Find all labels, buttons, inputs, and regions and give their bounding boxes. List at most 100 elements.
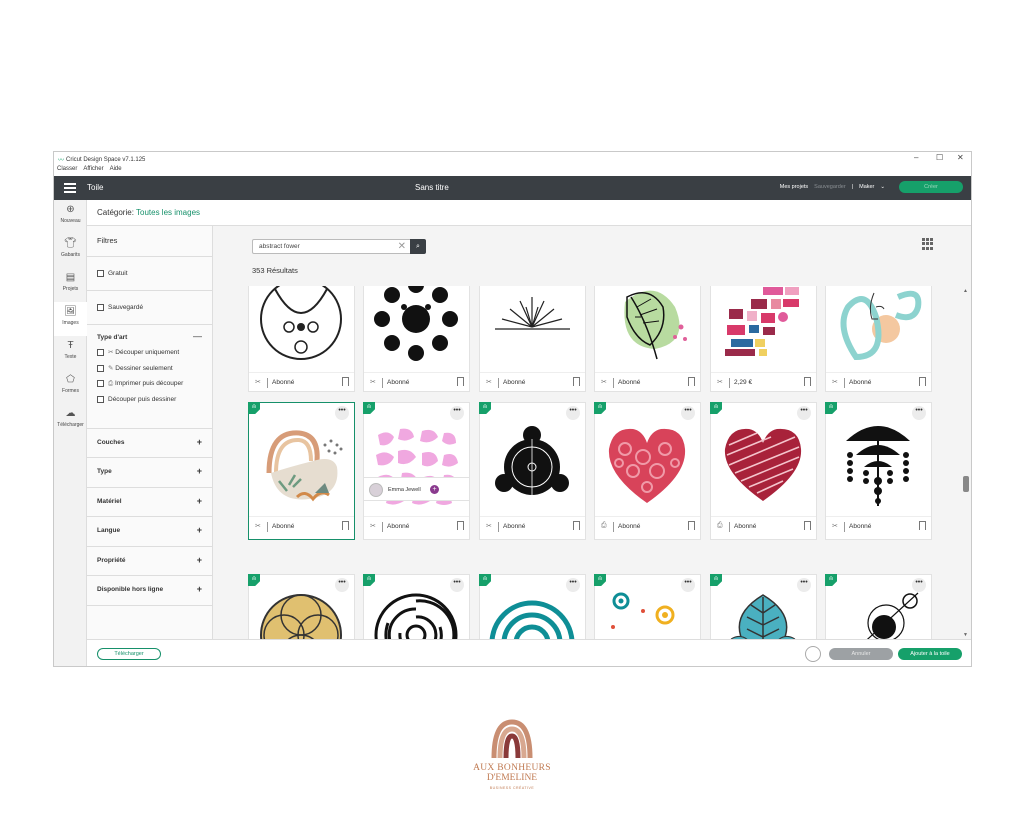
rail-item-templates[interactable]: 👕︎ Gabarits: [54, 234, 87, 268]
image-card-selected[interactable]: ⍝ ••• ✂ Abonné: [248, 402, 355, 540]
art-option-print[interactable]: ⎙ Imprimer puis découper: [97, 380, 202, 388]
collapse-icon[interactable]: —: [193, 331, 202, 341]
image-thumbnail: [595, 583, 700, 639]
rail-item-images[interactable]: 🖼︎ Images: [54, 302, 87, 336]
bottom-bar: Télécharger Annuler Ajouter à la toile: [87, 639, 971, 666]
image-card[interactable]: ⍝ •••: [479, 574, 586, 639]
filter-offline[interactable]: Disponible hors ligne +: [87, 576, 212, 606]
category-bar: Catégorie: Toutes les images: [87, 200, 971, 226]
follow-plus-icon[interactable]: +: [430, 485, 439, 494]
image-thumbnail: [711, 286, 816, 372]
filter-property[interactable]: Propriété +: [87, 547, 212, 576]
image-card[interactable]: ⍝ •••: [594, 574, 701, 639]
bookmark-icon[interactable]: [457, 521, 464, 530]
image-card[interactable]: ✂ Abonné: [248, 286, 355, 392]
shapes-icon: ⬠: [66, 374, 75, 385]
cut-icon: ✂: [370, 523, 376, 530]
art-option-draw[interactable]: ✎ Dessiner seulement: [97, 364, 202, 372]
bookmark-icon[interactable]: [804, 521, 811, 530]
clear-search-icon[interactable]: ✕: [398, 241, 406, 252]
grid-view-icon[interactable]: [922, 238, 934, 250]
image-card[interactable]: ✂ Abonné: [594, 286, 701, 392]
image-thumbnail: [826, 411, 931, 516]
bookmark-icon[interactable]: [919, 377, 926, 386]
plus-icon: +: [196, 496, 202, 506]
bookmark-icon[interactable]: [457, 377, 464, 386]
results-scrollbar[interactable]: ▲ ▼: [963, 288, 969, 638]
cancel-button[interactable]: Annuler: [829, 648, 893, 660]
maximize-button[interactable]: ☐: [936, 153, 943, 162]
cut-icon: ✂: [832, 523, 838, 530]
plus-icon: +: [196, 555, 202, 565]
menu-aide[interactable]: Aide: [110, 166, 122, 176]
search-input[interactable]: abstract fower ✕: [252, 239, 412, 254]
image-thumbnail: [595, 286, 700, 372]
filter-material[interactable]: Matériel +: [87, 488, 212, 517]
scroll-up-icon[interactable]: ▲: [963, 288, 968, 294]
image-card[interactable]: ✂ Abonné: [363, 286, 470, 392]
selection-count-circle: [805, 646, 821, 662]
image-thumbnail: [480, 286, 585, 372]
image-card[interactable]: ⍝ •••: [363, 574, 470, 639]
bookmark-icon[interactable]: [573, 521, 580, 530]
image-card[interactable]: ⍝ ••• ⎙ Abonné: [594, 402, 701, 540]
image-card[interactable]: ⍝ ••• ✂ Abonné: [363, 402, 470, 540]
add-to-canvas-button[interactable]: Ajouter à la toile: [898, 648, 962, 660]
image-card[interactable]: ✂ Abonné: [479, 286, 586, 392]
image-card[interactable]: ⍝ ••• ✂ Abonné: [479, 402, 586, 540]
filter-layers[interactable]: Couches +: [87, 429, 212, 458]
filter-language[interactable]: Langue +: [87, 517, 212, 547]
bookmark-icon[interactable]: [919, 521, 926, 530]
close-button[interactable]: ✕: [957, 153, 964, 162]
my-projects-link[interactable]: Mes projets: [780, 184, 808, 190]
bookmark-icon[interactable]: [688, 377, 695, 386]
top-bar: Toile Sans titre Mes projets Sauvegarder…: [54, 176, 971, 200]
category-value-link[interactable]: Toutes les images: [136, 208, 200, 217]
image-card[interactable]: ⍝ •••: [248, 574, 355, 639]
designer-info[interactable]: Emma Jewell +: [363, 477, 470, 501]
rail-item-new[interactable]: ⊕ Nouveau: [54, 200, 87, 234]
separator: |: [851, 184, 854, 190]
hamburger-menu-icon[interactable]: [64, 183, 76, 193]
rail-item-upload[interactable]: ☁ Télécharger: [54, 404, 87, 438]
cut-icon: ✂: [717, 379, 723, 386]
art-option-cut-draw[interactable]: Découper puis dessiner: [97, 396, 202, 403]
image-card[interactable]: ⍝ •••: [825, 574, 932, 639]
rail-item-text[interactable]: Ŧ Texte: [54, 336, 87, 370]
bookmark-icon[interactable]: [804, 377, 811, 386]
rail-item-projects[interactable]: ▤ Projets: [54, 268, 87, 302]
image-card[interactable]: ⍝ •••: [825, 402, 932, 540]
image-thumbnail: [595, 411, 700, 516]
filters-panel: Filtres Gratuit Sauvegardé Type d'art — …: [87, 226, 213, 639]
filter-saved[interactable]: Sauvegardé: [87, 291, 212, 325]
bookmark-icon[interactable]: [688, 521, 695, 530]
machine-select[interactable]: Maker: [859, 184, 874, 190]
scrollbar-thumb[interactable]: [963, 476, 969, 492]
image-card[interactable]: ✂ 2,29 €: [710, 286, 817, 392]
image-card[interactable]: ⍝ ••• ⎙ Abonné: [710, 402, 817, 540]
filter-free[interactable]: Gratuit: [87, 257, 212, 291]
upload-button[interactable]: Télécharger: [97, 648, 161, 660]
scroll-down-icon[interactable]: ▼: [963, 632, 968, 638]
chevron-down-icon[interactable]: ⌄: [880, 184, 885, 190]
cut-icon: ✂: [486, 523, 492, 530]
minimize-button[interactable]: –: [914, 153, 918, 162]
bookmark-icon[interactable]: [342, 377, 349, 386]
image-card[interactable]: ⍝ •••: [710, 574, 817, 639]
free-checkbox[interactable]: [97, 270, 104, 277]
bookmark-icon[interactable]: [573, 377, 580, 386]
create-button[interactable]: Créer: [899, 181, 963, 193]
app-logo-icon: 〰: [58, 158, 65, 164]
bookmark-icon[interactable]: [342, 521, 349, 530]
menu-afficher[interactable]: Afficher: [83, 166, 103, 176]
saved-checkbox[interactable]: [97, 304, 104, 311]
menu-classer[interactable]: Classer: [57, 166, 77, 176]
save-link[interactable]: Sauvegarder: [814, 184, 846, 190]
rail-item-shapes[interactable]: ⬠ Formes: [54, 370, 87, 404]
filter-type[interactable]: Type +: [87, 458, 212, 488]
search-button[interactable]: ⌕: [410, 239, 426, 254]
filter-art-type: Type d'art — ✂ Découper uniquement ✎ Des…: [87, 325, 212, 429]
art-option-cut[interactable]: ✂ Découper uniquement: [97, 348, 202, 356]
image-thumbnail: [711, 583, 816, 639]
image-card[interactable]: ✂ Abonné: [825, 286, 932, 392]
